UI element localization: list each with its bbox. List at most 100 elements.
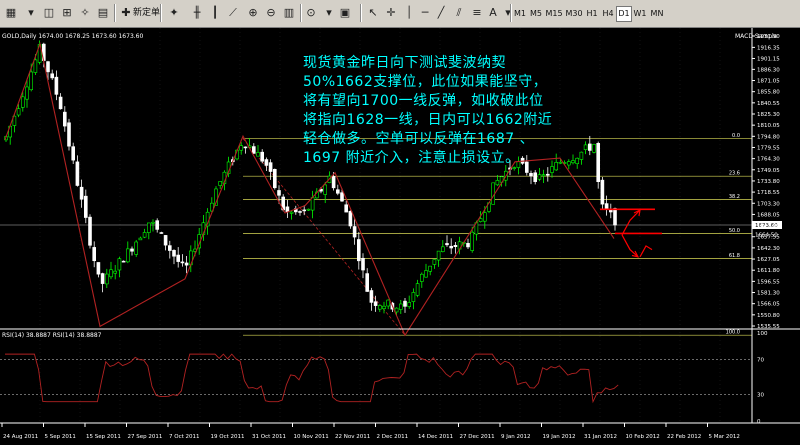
date-label: 31 Jan 2012 — [584, 434, 617, 440]
date-label: 9 Jan 2012 — [501, 434, 530, 440]
price-tick-label: 1566.05 — [757, 302, 780, 308]
equidistant-channel-icon[interactable]: ⫽ — [450, 5, 468, 21]
price-tick-label: 1840.55 — [757, 101, 780, 107]
candle-body — [88, 216, 92, 246]
timeframe-h4[interactable]: H4 — [600, 6, 616, 22]
symbol-label: GOLD,Daily 1674.00 1678.25 1673.60 1673.… — [2, 33, 143, 40]
data-window-icon[interactable]: ⊞ — [58, 5, 76, 21]
candle-body — [449, 245, 454, 249]
candle-body — [331, 176, 336, 189]
candle-body — [155, 220, 159, 230]
candle-body — [243, 146, 248, 149]
tile-windows-icon[interactable]: ▥ — [280, 5, 298, 21]
candle-body — [176, 254, 180, 262]
candle-body — [466, 243, 470, 248]
candle-body — [268, 162, 273, 172]
candle-body — [67, 122, 71, 147]
candle-body — [356, 239, 361, 262]
line-chart-icon[interactable]: ⟋ — [224, 5, 242, 21]
fib-level-label: 23.6 — [729, 171, 740, 177]
candle-body — [147, 222, 151, 233]
candle-body — [415, 283, 420, 296]
candle-body — [117, 258, 122, 271]
candle-body — [33, 59, 38, 73]
trendline-icon[interactable]: ╱ — [432, 5, 450, 21]
profiles-icon[interactable]: ▾ — [22, 5, 40, 21]
expert-advisor-icon[interactable]: ✦ — [165, 5, 183, 21]
timeframe-h1[interactable]: H1 — [584, 6, 600, 22]
date-label: 27 Dec 2011 — [460, 434, 495, 440]
candle-body — [482, 212, 487, 222]
zoom-in-icon[interactable]: ⊕ — [244, 5, 262, 21]
candle-body — [62, 111, 67, 127]
navigator-icon[interactable]: ✧ — [76, 5, 94, 21]
price-tick-label: 1581.30 — [757, 291, 780, 297]
candle-body — [533, 172, 538, 182]
timeframe-mn[interactable]: MN — [648, 6, 666, 22]
timeframe-m15[interactable]: M15 — [544, 6, 564, 22]
date-label: 14 Dec 2011 — [418, 434, 453, 440]
candle-body — [138, 237, 143, 241]
market-watch-icon[interactable]: ◫ — [40, 5, 58, 21]
candle-body — [256, 152, 260, 157]
candle-body — [411, 292, 416, 302]
timeframe-w1[interactable]: W1 — [632, 6, 648, 22]
crosshair-icon[interactable]: ✛ — [382, 5, 400, 21]
date-label: 5 Sep 2011 — [45, 434, 76, 440]
zoom-out-icon[interactable]: ⊖ — [262, 5, 280, 21]
candle-body — [121, 260, 126, 263]
candle-body — [583, 144, 588, 150]
new-chart-icon[interactable]: ▦ — [2, 5, 20, 21]
date-label: 22 Nov 2011 — [335, 434, 370, 440]
fib-level-label: 100.0 — [726, 330, 740, 336]
timeframe-m30[interactable]: M30 — [564, 6, 584, 22]
candlestick-icon[interactable]: ┃ — [206, 5, 224, 21]
candle-body — [382, 305, 386, 309]
price-tick-label: 1733.80 — [757, 179, 780, 185]
bar-chart-icon[interactable]: ╫ — [188, 5, 206, 21]
candle-body — [344, 204, 349, 213]
candle-body — [252, 146, 256, 154]
price-tick-label: 1764.30 — [757, 157, 780, 163]
toolbar-separator — [360, 4, 362, 22]
timeframe-m5[interactable]: M5 — [528, 6, 544, 22]
candle-body — [272, 169, 277, 189]
candle-body — [440, 246, 445, 252]
candle-body — [323, 184, 328, 195]
price-tick-label: 1535.55 — [757, 324, 780, 330]
candle-body — [54, 76, 59, 95]
candle-body — [180, 261, 185, 264]
fib-level-label: 50.0 — [729, 228, 740, 234]
candle-body — [239, 145, 243, 151]
indicators-icon[interactable]: ⊙ — [302, 5, 320, 21]
candle-body — [298, 211, 302, 213]
candle-body — [113, 270, 117, 274]
candle-body — [25, 86, 29, 100]
price-tick-label: 1749.05 — [757, 168, 780, 174]
date-label: 2 Dec 2011 — [377, 434, 409, 440]
price-tick-label: 1825.30 — [757, 112, 780, 118]
fib-level-label: 38.2 — [729, 194, 740, 200]
candle-body — [285, 206, 290, 213]
candle-body — [96, 262, 101, 275]
timeframe-d1[interactable]: D1 — [616, 6, 632, 22]
templates-icon[interactable]: ▣ — [336, 5, 354, 21]
indicator-label: MACD Sample — [735, 33, 778, 40]
price-tick-label: 1871.05 — [757, 79, 780, 85]
terminal-icon[interactable]: ▤ — [94, 5, 112, 21]
new-order-button[interactable]: 新定单 — [133, 5, 160, 21]
date-label: 10 Feb 2012 — [626, 434, 660, 440]
cursor-icon[interactable]: ↖ — [364, 5, 382, 21]
timeframe-m1[interactable]: M1 — [512, 6, 528, 22]
price-tick-label: 1779.55 — [757, 145, 780, 151]
rsi-axis-label: 30 — [757, 393, 764, 399]
price-tick-label: 1916.35 — [757, 45, 780, 51]
date-label: 31 Oct 2011 — [252, 434, 286, 440]
candle-body — [369, 290, 374, 303]
date-label: 22 Feb 2012 — [667, 434, 701, 440]
candle-body — [377, 305, 382, 310]
price-tick-label: 1886.30 — [757, 67, 780, 73]
candle-body — [218, 181, 222, 186]
candle-body — [302, 209, 307, 212]
chart-window[interactable]: 0.0 23.6 38.2 50.0 61.8 100.0 1673.60 1664.50 1… — [0, 28, 800, 445]
